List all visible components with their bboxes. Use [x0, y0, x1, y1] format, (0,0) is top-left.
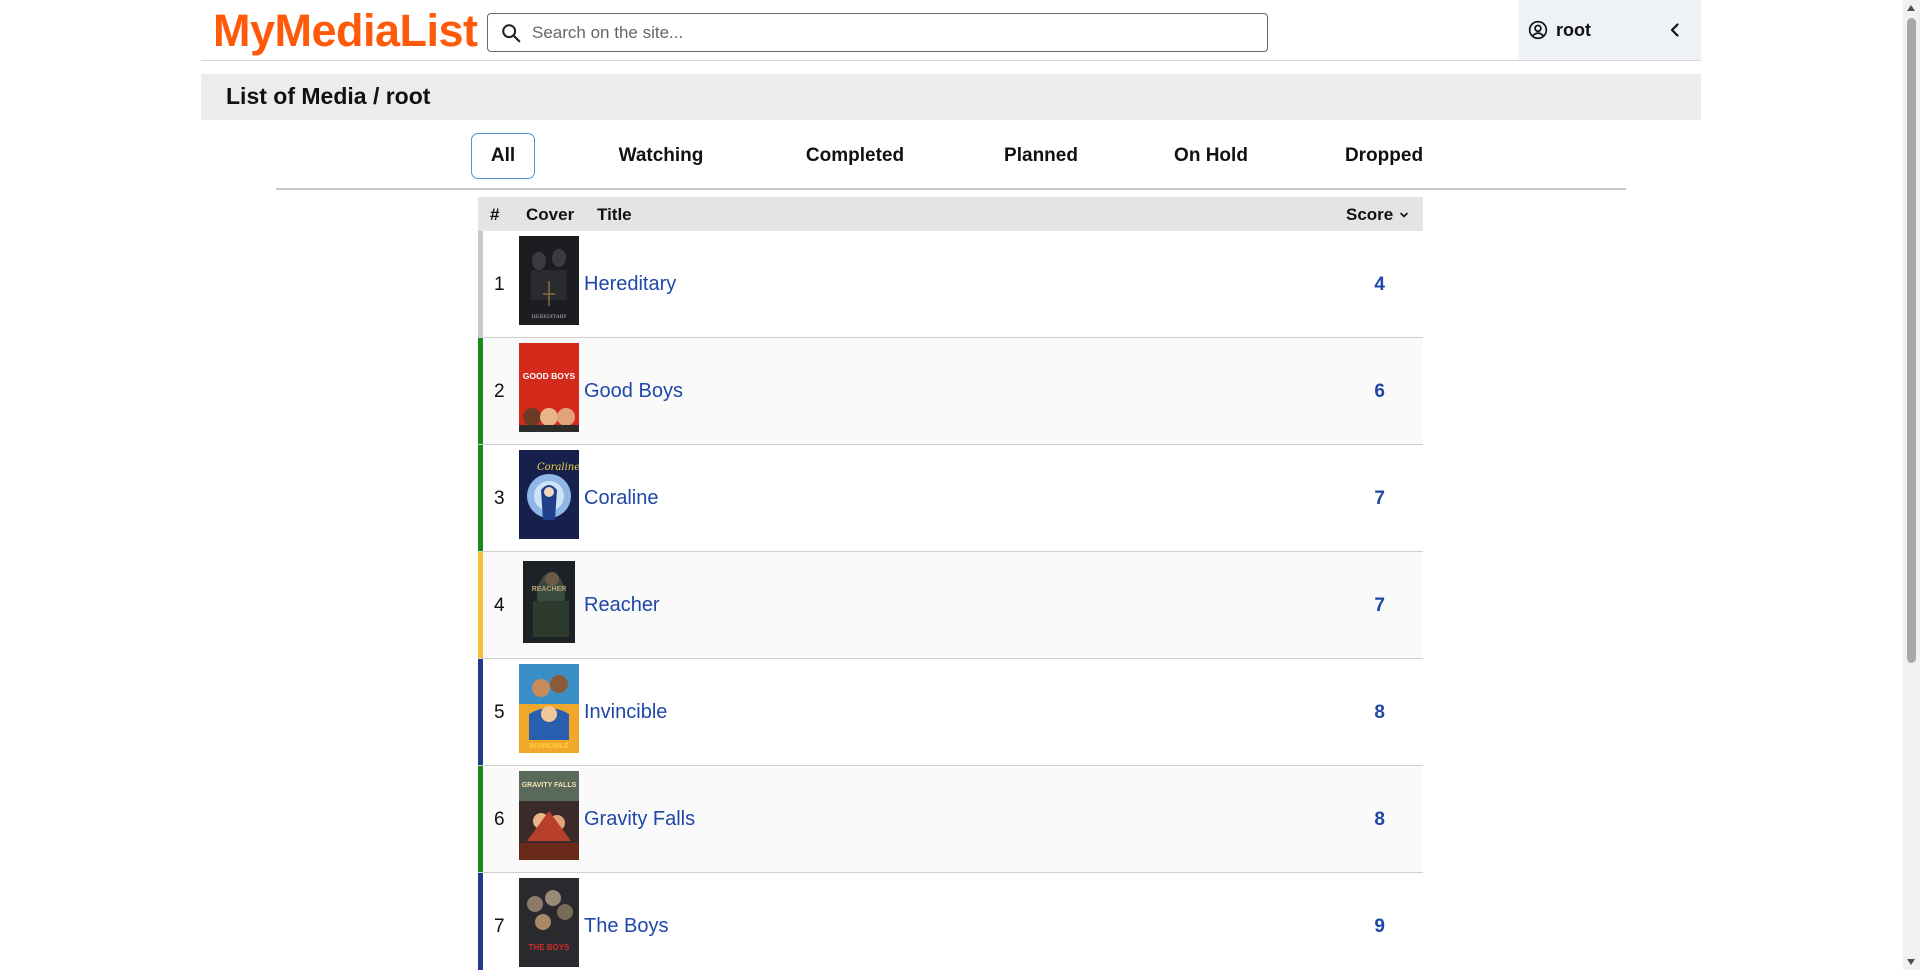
- search-input[interactable]: [532, 22, 1232, 43]
- site-logo[interactable]: MyMediaList: [213, 4, 478, 58]
- site-header: MyMediaList root: [201, 0, 1701, 61]
- tab-all[interactable]: All: [471, 133, 535, 179]
- status-tabs: All Watching Completed Planned On Hold D…: [276, 132, 1626, 190]
- media-title-link[interactable]: Coraline: [584, 487, 658, 510]
- media-score[interactable]: 7: [1374, 488, 1385, 510]
- media-score[interactable]: 6: [1374, 381, 1385, 403]
- table-row[interactable]: 1 HEREDITARY Hereditary 4: [478, 231, 1423, 338]
- media-title-link[interactable]: Invincible: [584, 701, 667, 724]
- media-title-link[interactable]: Reacher: [584, 594, 660, 617]
- user-menu[interactable]: root: [1519, 0, 1701, 60]
- tab-planned[interactable]: Planned: [976, 133, 1106, 179]
- chevron-left-icon[interactable]: [1667, 22, 1683, 38]
- column-title[interactable]: Title: [597, 205, 632, 225]
- scroll-down-arrow-icon[interactable]: [1907, 959, 1915, 965]
- tab-on-hold[interactable]: On Hold: [1146, 133, 1276, 179]
- column-score[interactable]: Score: [1346, 205, 1409, 225]
- cover-image[interactable]: HEREDITARY: [519, 236, 579, 325]
- media-table: # Cover Title Score 1 HEREDITARY Heredit…: [478, 197, 1423, 970]
- status-indicator: [478, 659, 483, 765]
- tab-dropped[interactable]: Dropped: [1319, 133, 1449, 179]
- cover-text: INVINCIBLE: [529, 743, 569, 750]
- scrollbar-thumb[interactable]: [1907, 18, 1916, 663]
- table-row[interactable]: 6 GRAVITY FALLS Gravity Falls 8: [478, 766, 1423, 873]
- row-rank: 5: [494, 702, 505, 723]
- row-rank: 6: [494, 809, 505, 830]
- media-score[interactable]: 4: [1374, 274, 1385, 296]
- cover-text: REACHER: [532, 586, 567, 593]
- chevron-down-icon: [1400, 212, 1408, 218]
- tab-watching[interactable]: Watching: [596, 133, 726, 179]
- column-score-label: Score: [1346, 205, 1394, 224]
- cover-image[interactable]: Coraline: [519, 450, 579, 539]
- status-indicator: [478, 552, 483, 658]
- cover-image[interactable]: INVINCIBLE: [519, 664, 579, 753]
- status-indicator: [478, 873, 483, 970]
- cover-image[interactable]: GOOD BOYS: [519, 343, 579, 432]
- user-circle-icon: [1528, 20, 1548, 40]
- row-rank: 1: [494, 274, 505, 295]
- table-row[interactable]: 3 Coraline Coraline 7: [478, 445, 1423, 552]
- cover-image[interactable]: THE BOYS: [519, 878, 579, 967]
- media-title-link[interactable]: Gravity Falls: [584, 808, 695, 831]
- search-box[interactable]: [487, 13, 1268, 52]
- page-title-bar: List of Media / root: [201, 74, 1701, 120]
- search-icon: [502, 23, 521, 42]
- row-rank: 2: [494, 381, 505, 402]
- scroll-up-arrow-icon[interactable]: [1907, 5, 1915, 11]
- tab-completed[interactable]: Completed: [780, 133, 930, 179]
- cover-text: THE BOYS: [529, 943, 571, 952]
- media-score[interactable]: 8: [1374, 702, 1385, 724]
- table-row[interactable]: 5 INVINCIBLE Invincible 8: [478, 659, 1423, 766]
- column-rank[interactable]: #: [490, 205, 499, 225]
- user-name: root: [1556, 19, 1591, 40]
- media-score[interactable]: 8: [1374, 809, 1385, 831]
- status-indicator: [478, 445, 483, 551]
- page-title: List of Media / root: [226, 83, 431, 109]
- media-score[interactable]: 9: [1374, 916, 1385, 938]
- column-cover: Cover: [526, 205, 575, 224]
- row-rank: 4: [494, 595, 505, 616]
- media-score[interactable]: 7: [1374, 595, 1385, 617]
- media-title-link[interactable]: The Boys: [584, 915, 668, 938]
- media-title-link[interactable]: Good Boys: [584, 380, 683, 403]
- row-rank: 7: [494, 916, 505, 937]
- table-header: # Cover Title Score: [478, 197, 1423, 231]
- media-title-link[interactable]: Hereditary: [584, 273, 676, 296]
- table-row[interactable]: 7 THE BOYS The Boys 9: [478, 873, 1423, 970]
- status-indicator: [478, 766, 483, 872]
- cover-text: GOOD BOYS: [523, 371, 576, 381]
- table-row[interactable]: 2 GOOD BOYS Good Boys 6: [478, 338, 1423, 445]
- cover-text: GRAVITY FALLS: [522, 782, 577, 789]
- cover-image[interactable]: REACHER: [519, 557, 579, 646]
- cover-image[interactable]: GRAVITY FALLS: [519, 771, 579, 860]
- cover-text: HEREDITARY: [532, 314, 568, 320]
- status-indicator: [478, 338, 483, 444]
- page-scrollbar[interactable]: [1903, 0, 1920, 970]
- row-rank: 3: [494, 488, 505, 509]
- status-indicator: [478, 231, 483, 337]
- cover-text: Coraline: [537, 462, 579, 473]
- table-row[interactable]: 4 REACHER Reacher 7: [478, 552, 1423, 659]
